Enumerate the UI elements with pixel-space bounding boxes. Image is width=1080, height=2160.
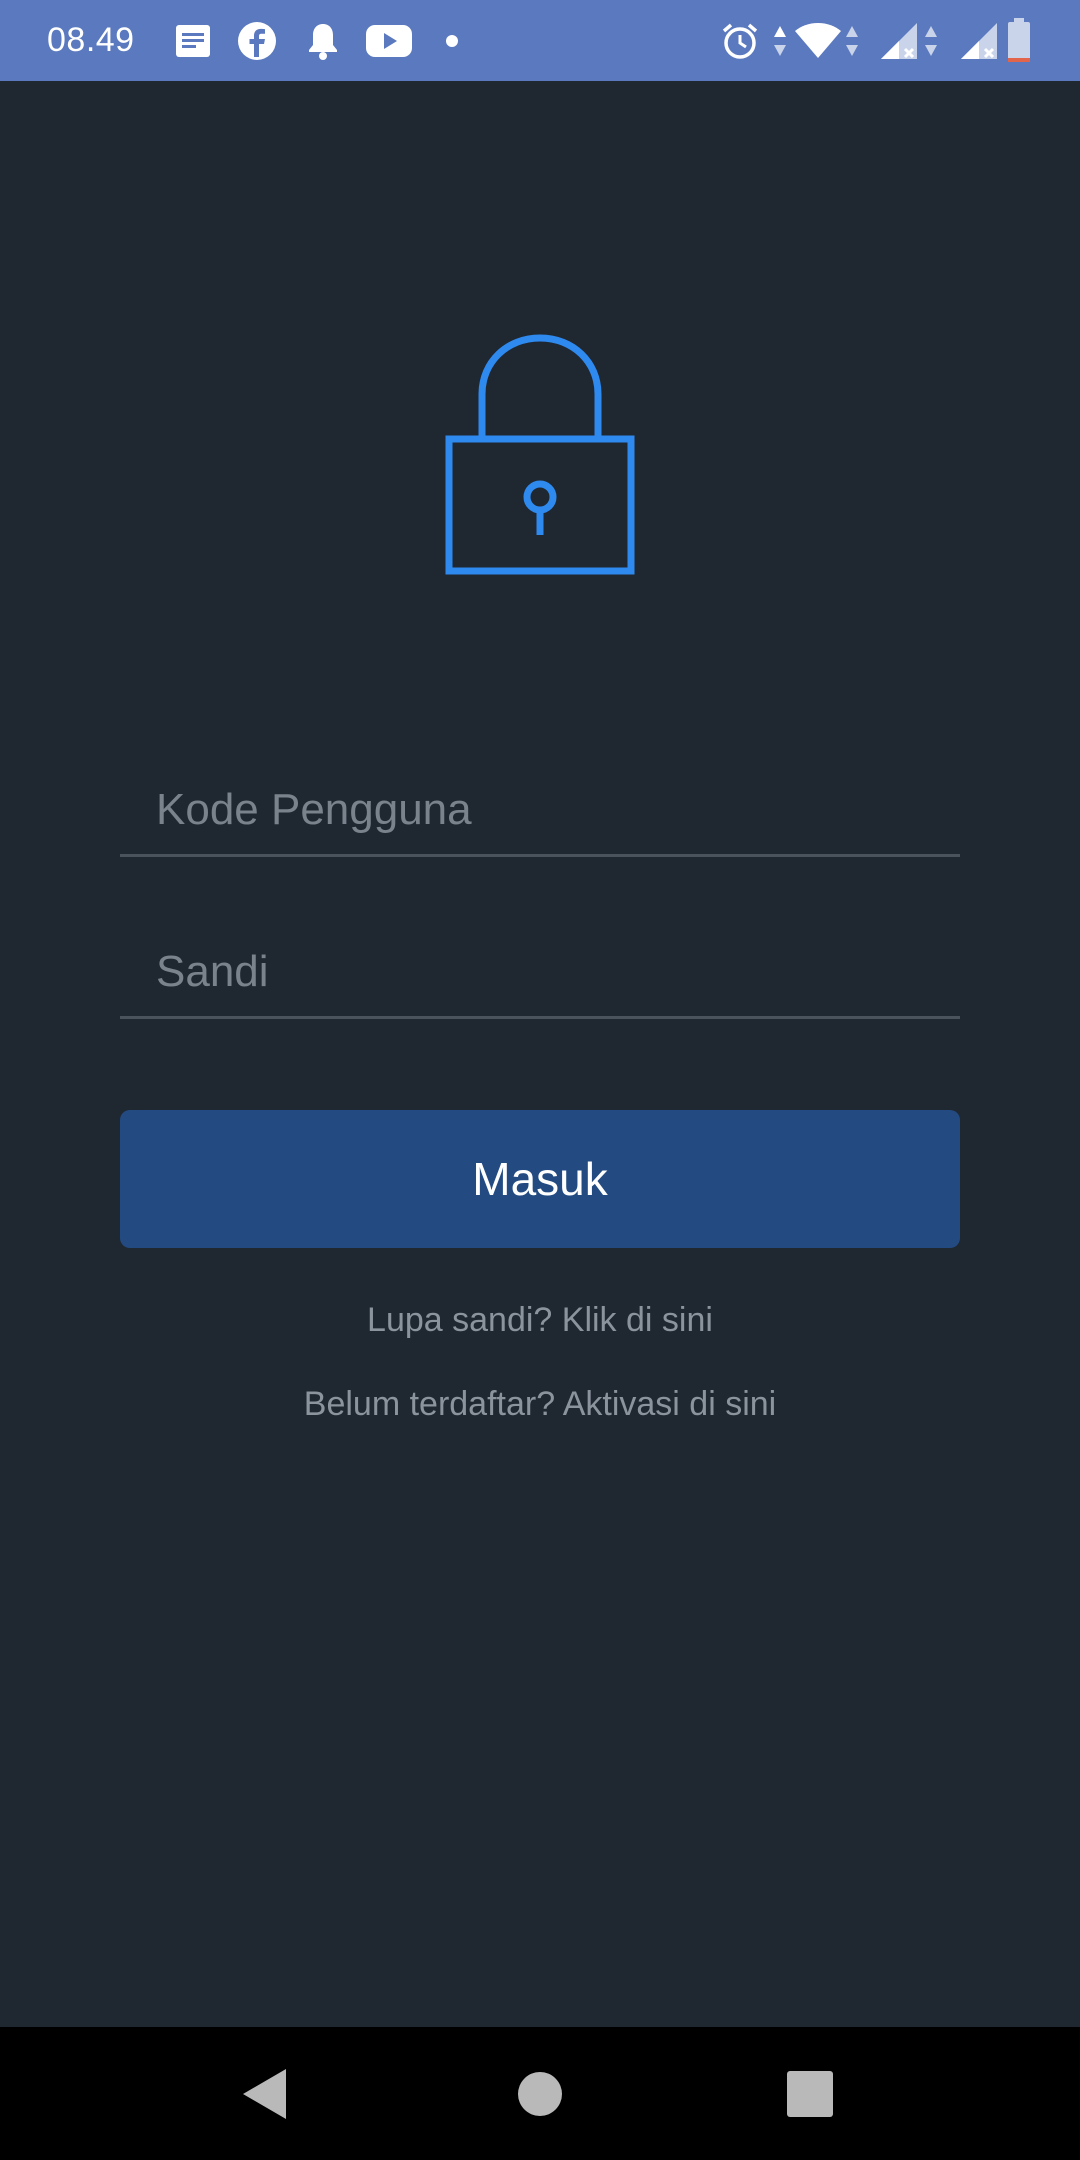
notification-bell-icon <box>302 18 344 64</box>
password-field <box>120 929 960 1019</box>
register-link[interactable]: Belum terdaftar? Aktivasi di sini <box>0 1385 1080 1424</box>
battery-low-icon <box>1004 16 1034 66</box>
login-screen: Masuk Lupa sandi? Klik di sini Belum ter… <box>0 81 1080 2027</box>
dot-icon <box>440 18 464 64</box>
password-input[interactable] <box>156 929 946 1015</box>
youtube-icon <box>364 18 414 64</box>
facebook-icon <box>236 18 278 64</box>
home-icon[interactable] <box>505 2027 575 2160</box>
back-icon[interactable] <box>230 2027 300 2160</box>
username-field <box>120 767 960 857</box>
wifi-icon <box>793 18 843 64</box>
signal-no-sim-icon <box>878 18 920 64</box>
alarm-icon <box>719 18 761 64</box>
lock-icon <box>445 334 635 575</box>
data-arrows-icon <box>770 18 790 64</box>
navigation-bar <box>0 2027 1080 2160</box>
username-input[interactable] <box>156 767 946 853</box>
recents-icon[interactable] <box>775 2027 845 2160</box>
data-arrows-icon <box>922 18 940 64</box>
status-time: 08.49 <box>47 21 135 59</box>
data-arrows-icon <box>843 18 861 64</box>
login-button[interactable]: Masuk <box>120 1110 960 1248</box>
status-bar: 08.49 <box>0 0 1080 81</box>
forgot-password-link[interactable]: Lupa sandi? Klik di sini <box>0 1301 1080 1340</box>
messages-icon <box>172 18 214 64</box>
signal-no-sim-icon <box>958 18 1000 64</box>
